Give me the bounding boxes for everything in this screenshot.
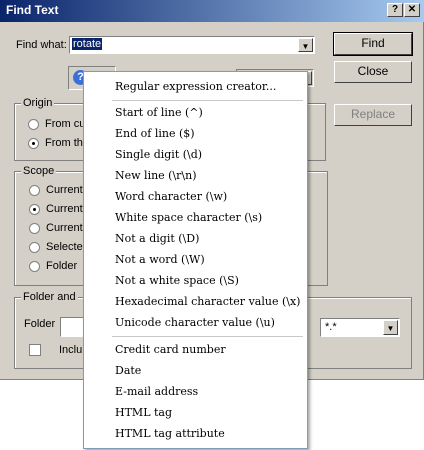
scope-option-4[interactable]: Selecte [46,241,83,253]
file-mask-value[interactable]: *.* [325,321,337,333]
scope-option-5[interactable]: Folder [46,260,77,272]
chevron-down-icon[interactable]: ▼ [298,38,313,52]
find-what-value[interactable]: rotate [72,38,103,50]
menu-item-not-word[interactable]: Not a word (\W) [115,253,205,266]
find-button[interactable]: Find [333,32,413,56]
scope-radio-5[interactable] [29,261,40,272]
close-title-button[interactable]: ✕ [404,3,420,17]
menu-item-html-tag[interactable]: HTML tag [115,406,172,419]
menu-item-not-digit[interactable]: Not a digit (\D) [115,232,199,245]
scope-radio-4[interactable] [29,242,40,253]
title-bar[interactable]: Find Text ? ✕ [0,0,424,22]
file-mask-combobox[interactable]: *.* ▼ [320,318,400,337]
menu-item-html-tag-attribute[interactable]: HTML tag attribute [115,427,225,440]
menu-item-hex-value[interactable]: Hexadecimal character value (\x) [115,295,300,308]
menu-item-credit-card[interactable]: Credit card number [115,343,226,356]
menu-item-not-white-space[interactable]: Not a white space (\S) [115,274,239,287]
origin-group-title: Origin [21,97,55,109]
menu-item-single-digit[interactable]: Single digit (\d) [115,148,202,161]
close-button[interactable]: Close [334,61,412,83]
menu-item-email[interactable]: E-mail address [115,385,198,398]
regex-context-menu: Regular expression creator... Start of l… [83,71,308,449]
menu-item-end-of-line[interactable]: End of line ($) [115,127,195,140]
menu-item-white-space[interactable]: White space character (\s) [115,211,262,224]
menu-item-start-of-line[interactable]: Start of line (^) [115,106,203,119]
include-subfolders-checkbox[interactable] [29,344,41,356]
scope-option-1[interactable]: Current [46,184,83,196]
origin-radio-cursor[interactable] [28,119,39,130]
menu-item-regex-creator[interactable]: Regular expression creator... [115,80,276,93]
menu-item-word-character[interactable]: Word character (\w) [115,190,227,203]
chevron-down-icon[interactable]: ▼ [383,320,398,335]
scope-radio-3[interactable] [29,223,40,234]
folder-group-title: Folder and [21,291,78,303]
scope-option-3[interactable]: Current [46,222,83,234]
scope-option-2[interactable]: Current [46,203,83,215]
menu-item-date[interactable]: Date [115,364,141,377]
find-what-label: Find what: [16,39,67,51]
origin-radio-top[interactable] [28,138,39,149]
menu-item-unicode-value[interactable]: Unicode character value (\u) [115,316,275,329]
menu-item-new-line[interactable]: New line (\r\n) [115,169,197,182]
menu-separator [112,100,303,101]
replace-button[interactable]: Replace [334,104,412,126]
scope-group-title: Scope [21,165,57,177]
origin-option-cursor[interactable]: From cu [45,118,85,130]
help-title-button[interactable]: ? [387,3,403,17]
folder-label: Folder [24,318,56,330]
find-what-combobox[interactable]: rotate ▼ [69,36,315,54]
include-subfolders-label[interactable]: Inclu [59,344,82,356]
scope-radio-1[interactable] [29,185,40,196]
scope-radio-2[interactable] [29,204,40,215]
menu-separator [112,336,303,337]
window-title: Find Text [6,3,59,17]
